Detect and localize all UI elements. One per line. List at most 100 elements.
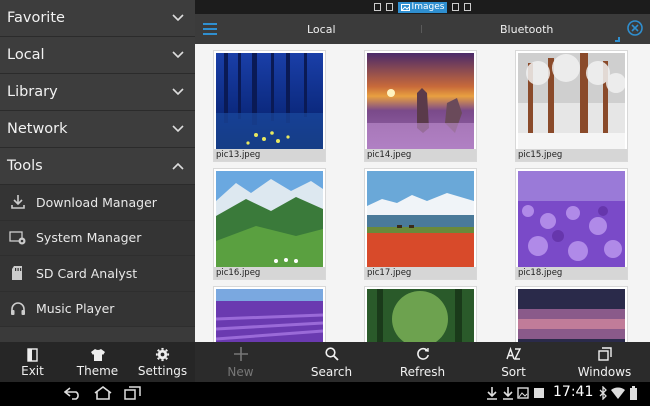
category-favorite[interactable]: Favorite <box>0 0 195 37</box>
exit-button[interactable]: Exit <box>0 342 65 382</box>
system-navigation-bar: 17:41 <box>0 382 650 406</box>
tool-sd-card-analyst[interactable]: SD Card Analyst <box>0 256 195 292</box>
theme-label: Theme <box>76 363 119 378</box>
category-label: Library <box>7 84 58 100</box>
settings-label: Settings <box>137 363 188 378</box>
download-notification-icon[interactable] <box>502 386 514 400</box>
gear-icon <box>155 347 170 363</box>
wifi-icon <box>611 387 625 399</box>
category-library[interactable]: Library <box>0 74 195 111</box>
images-label: Images <box>411 1 445 12</box>
file-name: pic17.jpeg <box>365 267 476 279</box>
close-button[interactable] <box>627 20 643 36</box>
action-bar: New Search Refresh Sort Windows <box>195 342 650 382</box>
image-thumbnail <box>216 53 323 149</box>
image-tile[interactable] <box>364 286 477 342</box>
chevron-down-icon <box>169 9 187 27</box>
chevron-up-icon <box>169 157 187 175</box>
new-button[interactable]: New <box>195 342 286 382</box>
tool-label: Download Manager <box>36 194 157 210</box>
home-window-icon[interactable] <box>373 3 381 11</box>
download-notification-icon[interactable] <box>486 386 498 400</box>
window-indicator-bar: Images <box>195 0 650 14</box>
sort-button[interactable]: Sort <box>468 342 559 382</box>
tab-local-label: Local <box>307 22 336 36</box>
tab-bar: Local Bluetooth <box>195 14 650 44</box>
book-window-icon[interactable] <box>464 3 472 11</box>
images-window-indicator[interactable]: Images <box>397 1 448 13</box>
refresh-icon <box>416 345 430 363</box>
tab-corner-indicator <box>615 37 620 42</box>
search-button[interactable]: Search <box>286 342 377 382</box>
category-local[interactable]: Local <box>0 37 195 74</box>
system-gear-icon <box>8 228 28 248</box>
refresh-button[interactable]: Refresh <box>377 342 468 382</box>
headphones-icon <box>8 299 28 319</box>
image-thumbnail <box>518 289 625 342</box>
tab-bluetooth-label: Bluetooth <box>500 22 554 36</box>
chevron-down-icon <box>169 46 187 64</box>
back-icon[interactable] <box>64 386 82 400</box>
sidebar: Favorite Local Library Network Tools Dow… <box>0 0 195 342</box>
image-tile[interactable] <box>515 286 628 342</box>
exit-label: Exit <box>21 363 44 378</box>
tshirt-icon <box>90 347 106 363</box>
chevron-down-icon <box>169 83 187 101</box>
file-name: pic16.jpeg <box>214 267 325 279</box>
image-tile[interactable]: pic18.jpeg <box>515 168 628 280</box>
tab-divider <box>421 25 422 33</box>
menu-button[interactable] <box>195 14 225 44</box>
tool-download-manager[interactable]: Download Manager <box>0 185 195 221</box>
image-thumbnail <box>367 289 474 342</box>
download-icon <box>8 192 28 212</box>
gallery-notification-icon[interactable] <box>517 386 529 400</box>
file-name: pic15.jpeg <box>516 149 627 161</box>
home-icon[interactable] <box>94 386 112 400</box>
search-icon <box>324 345 339 363</box>
file-name: pic13.jpeg <box>214 149 325 161</box>
theme-button[interactable]: Theme <box>65 342 130 382</box>
image-tile[interactable]: pic13.jpeg <box>213 50 326 162</box>
category-network[interactable]: Network <box>0 111 195 148</box>
category-label: Local <box>7 47 45 63</box>
image-tile[interactable]: pic15.jpeg <box>515 50 628 162</box>
refresh-label: Refresh <box>399 365 446 379</box>
tool-system-manager[interactable]: System Manager <box>0 220 195 256</box>
image-grid: pic13.jpeg pic14.jpeg pic15.jpeg pic16.j… <box>195 44 650 342</box>
sdcard-icon <box>8 263 28 283</box>
image-tile[interactable]: pic17.jpeg <box>364 168 477 280</box>
image-tile[interactable]: pic16.jpeg <box>213 168 326 280</box>
system-clock: 17:41 <box>553 384 594 400</box>
new-label: New <box>227 365 254 379</box>
recent-apps-icon[interactable] <box>124 386 142 400</box>
image-notification-icon[interactable] <box>533 386 545 400</box>
settings-button[interactable]: Settings <box>130 342 195 382</box>
close-icon <box>627 20 643 36</box>
image-tile[interactable]: pic14.jpeg <box>364 50 477 162</box>
tool-label: Music Player <box>36 301 115 317</box>
hamburger-menu-icon <box>203 23 217 35</box>
tab-bluetooth[interactable]: Bluetooth <box>500 14 553 44</box>
category-label: Network <box>7 121 68 137</box>
battery-icon <box>630 386 637 400</box>
windows-label: Windows <box>577 365 632 379</box>
sort-icon <box>505 345 522 363</box>
tool-label: System Manager <box>36 230 142 246</box>
window-icon[interactable] <box>385 3 393 11</box>
sort-label: Sort <box>501 365 526 379</box>
category-label: Favorite <box>7 10 65 26</box>
file-name: pic14.jpeg <box>365 149 476 161</box>
exit-icon <box>26 347 40 363</box>
windows-button[interactable]: Windows <box>559 342 650 382</box>
file-name: pic18.jpeg <box>516 267 627 279</box>
image-thumbnail <box>367 53 474 149</box>
chevron-down-icon <box>169 120 187 138</box>
windows-icon <box>597 345 612 363</box>
phone-window-icon[interactable] <box>452 3 460 11</box>
category-label: Tools <box>7 158 43 174</box>
image-tile[interactable] <box>213 286 326 342</box>
tool-music-player[interactable]: Music Player <box>0 291 195 327</box>
tab-local[interactable]: Local <box>307 14 336 44</box>
bluetooth-icon <box>599 386 607 400</box>
category-tools[interactable]: Tools <box>0 148 195 185</box>
